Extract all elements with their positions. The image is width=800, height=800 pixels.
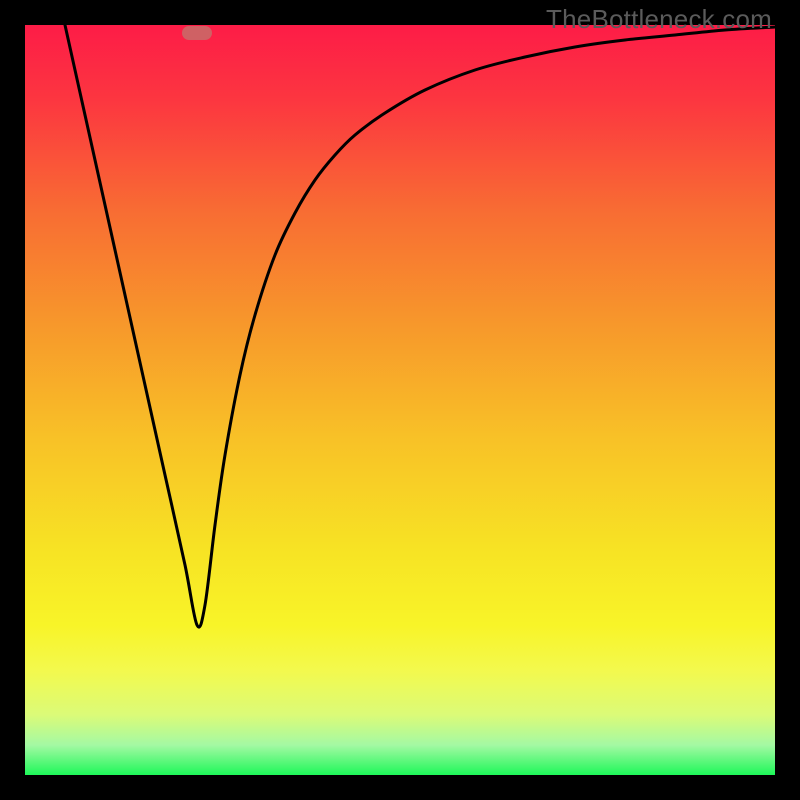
bottleneck-curve xyxy=(65,25,775,627)
watermark-text: TheBottleneck.com xyxy=(546,4,772,35)
chart-frame xyxy=(25,25,775,775)
minimum-marker xyxy=(182,26,212,40)
curve-layer xyxy=(25,25,775,775)
